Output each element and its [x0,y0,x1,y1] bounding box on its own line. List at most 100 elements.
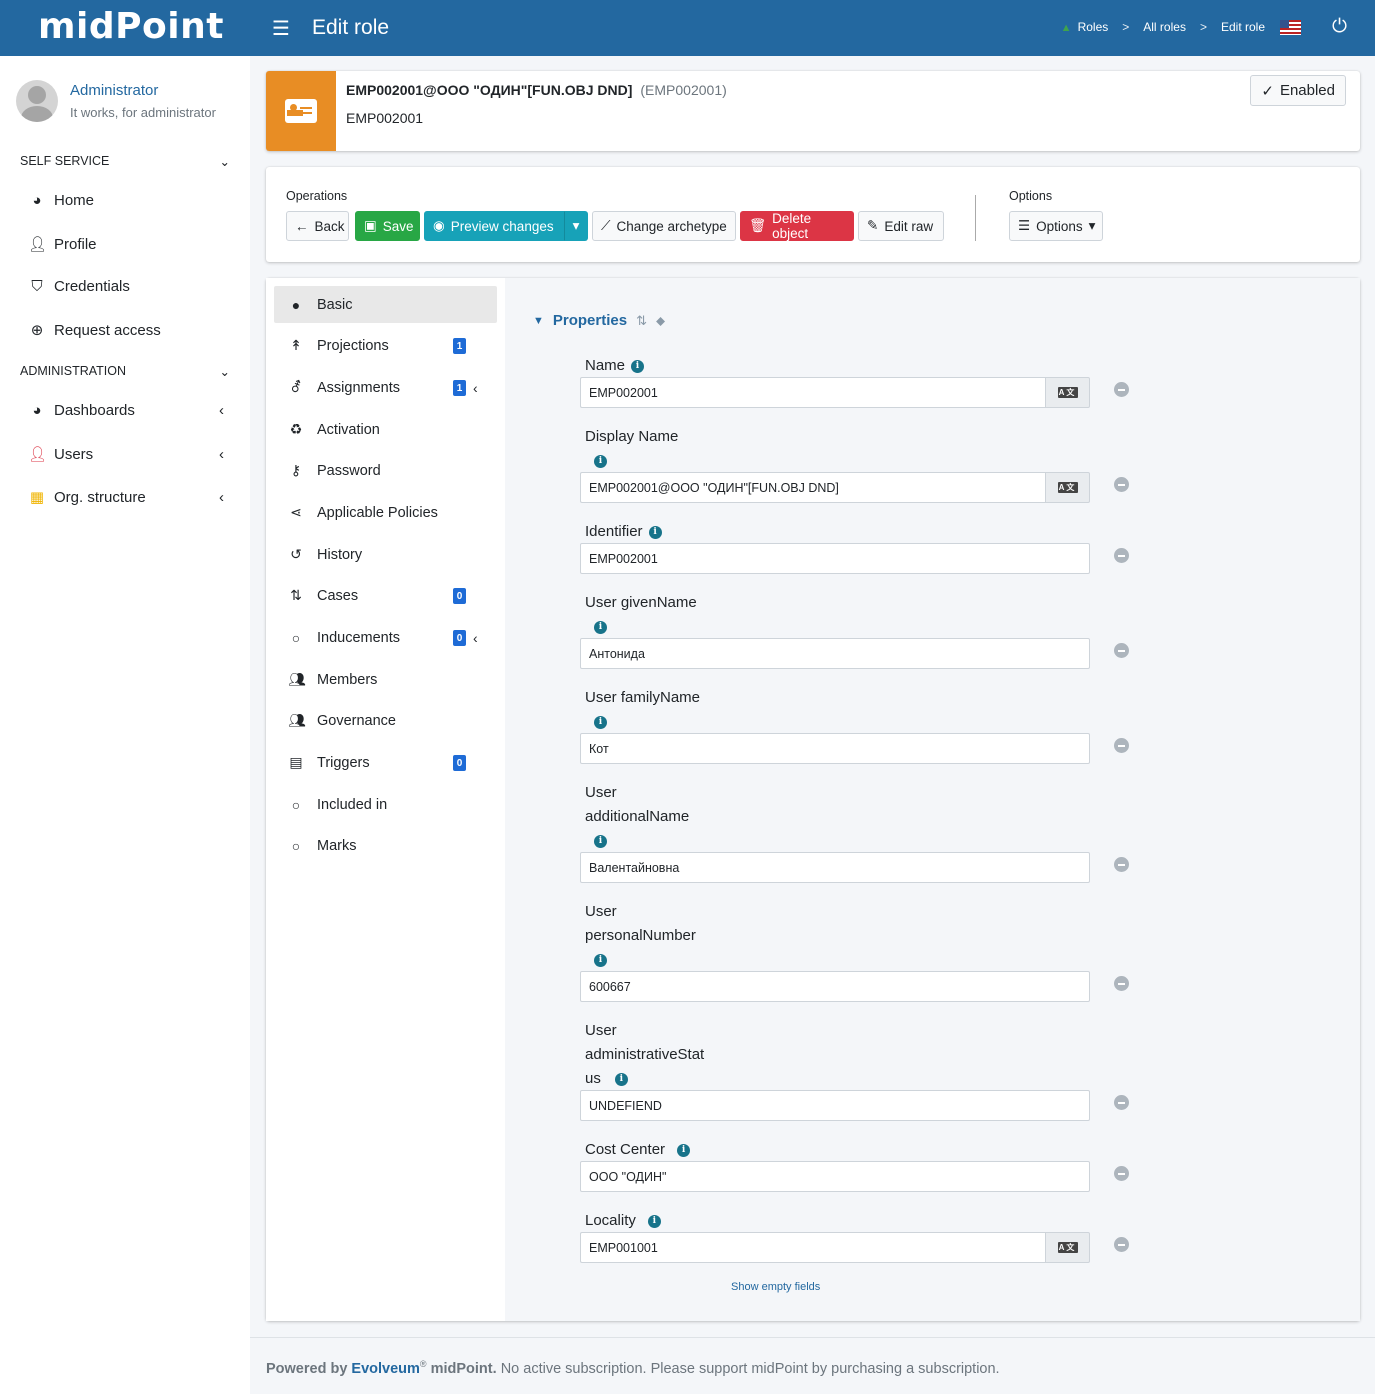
remove-value-button[interactable] [1114,1095,1129,1110]
language-icon: A文 [1057,387,1078,398]
info-icon[interactable]: i [594,835,607,848]
info-icon[interactable]: i [594,621,607,634]
additional-name-input[interactable]: Валентайновна [580,852,1090,883]
caret-down-icon: ▼ [533,314,544,327]
given-name-input[interactable]: Антонида [580,638,1090,669]
sidebar-item-profile[interactable]: 👤︎ Profile [28,235,228,254]
edit-raw-button[interactable]: ✎ Edit raw [858,211,944,241]
remove-value-button[interactable] [1114,857,1129,872]
remove-value-button[interactable] [1114,976,1129,991]
delete-label: Delete object [772,211,812,241]
nav-label: Triggers [317,754,370,771]
nav-included-in[interactable]: ○ Included in [274,786,497,823]
remove-value-button[interactable] [1114,1166,1129,1181]
sidebar-item-home[interactable]: ◕ Home [28,192,228,209]
cost-center-input[interactable]: ООО "ОДИН" [580,1161,1090,1192]
display-name-input[interactable]: EMP002001@ООО "ОДИН"[FUN.OBJ DND] [580,472,1045,503]
midpoint-logo[interactable]: midPoint [38,6,224,47]
remove-value-button[interactable] [1114,1237,1129,1252]
object-summary-panel: EMP002001@ООО "ОДИН"[FUN.OBJ DND] (EMP002… [266,71,1360,151]
nav-members[interactable]: 👥︎ Members [274,661,497,698]
breadcrumb-roles-label: Roles [1077,20,1109,34]
projection-icon: ↟ [290,337,302,353]
nav-label: Marks [317,837,357,854]
remove-value-button[interactable] [1114,548,1129,563]
remove-value-button[interactable] [1114,382,1129,397]
us-flag-icon[interactable] [1280,20,1301,35]
enabled-status-button[interactable]: ✓ Enabled [1250,75,1346,106]
sidebar-section-self-service[interactable]: SELF SERVICE ⌄ [20,154,230,169]
nav-activation[interactable]: ♻ Activation [274,411,497,448]
nav-inducements[interactable]: ○ Inducements 0 ‹ [274,619,497,656]
save-button[interactable]: ▣ Save [355,211,420,241]
options-button-label: Options [1036,218,1083,234]
nav-password[interactable]: ⚷ Password [274,452,497,489]
nav-applicable-policies[interactable]: ⋖ Applicable Policies [274,494,497,531]
cost-center-label: Cost Center i [585,1138,715,1162]
preview-dropdown-toggle[interactable]: ▾ [564,211,588,241]
info-icon[interactable]: i [677,1143,691,1157]
translate-button[interactable]: A文 [1045,377,1090,408]
menu-toggle-icon[interactable]: ☰ [272,16,290,41]
nav-cases[interactable]: ⇅ Cases 0 [274,577,497,614]
sort-icon[interactable]: ⇅ [636,313,647,329]
personal-number-input[interactable]: 600667 [580,971,1090,1002]
sidebar-item-request-access[interactable]: ⊕ Request access [28,321,228,340]
save-label: Save [382,218,414,234]
preview-changes-button[interactable]: ◉ Preview changes [424,211,564,241]
name-input[interactable]: EMP002001 [580,377,1045,408]
properties-header[interactable]: ▼ Properties ⇅ ⬥ [533,312,665,329]
info-icon[interactable]: i [631,359,645,373]
breadcrumb-roles[interactable]: ▲ Roles [1061,20,1109,34]
nav-projections[interactable]: ↟ Projections 1 [274,327,497,364]
identifier-input[interactable]: EMP002001 [580,543,1090,574]
options-dropdown-button[interactable]: ☰ Options ▾ [1009,211,1103,241]
chevron-left-icon[interactable]: ‹ [473,630,478,646]
nav-marks[interactable]: ○ Marks [274,827,497,864]
nav-governance[interactable]: 👥︎ Governance [274,702,497,739]
power-icon[interactable]: ⏻ [1332,16,1347,38]
show-empty-fields-link[interactable]: Show empty fields [731,1281,820,1293]
registered-mark: ® [419,1359,427,1369]
sidebar-item-credentials[interactable]: ⛉ Credentials [28,278,228,295]
tag-icon[interactable]: ⬥ [656,313,665,329]
evolveum-link[interactable]: Evolveum [351,1361,420,1377]
family-name-input[interactable]: Кот [580,733,1090,764]
info-icon[interactable]: i [594,954,607,967]
locality-input[interactable]: EMP001001 [580,1232,1045,1263]
sidebar-item-dashboards[interactable]: ◕ Dashboards ‹ [28,402,228,419]
properties-title: Properties [552,312,628,329]
nav-triggers[interactable]: ▤ Triggers 0 [274,744,497,781]
sidebar-item-label: Org. structure [54,488,146,506]
change-archetype-button[interactable]: ⟋ Change archetype [592,211,736,241]
info-icon[interactable]: i [614,1072,628,1086]
translate-button[interactable]: A文 [1045,1232,1090,1263]
chevron-left-icon[interactable]: ‹ [473,380,478,396]
sidebar-item-label: Dashboards [54,402,135,419]
administrative-status-input[interactable]: UNDEFIEND [580,1090,1090,1121]
back-button[interactable]: ← Back [286,211,349,241]
nav-history[interactable]: ↺ History [274,536,497,573]
nav-assignments[interactable]: ⚦ Assignments 1 ‹ [274,369,497,406]
remove-value-button[interactable] [1114,738,1129,753]
breadcrumb-edit-role[interactable]: Edit role [1221,20,1265,34]
info-icon[interactable]: i [594,716,607,729]
translate-button[interactable]: A文 [1045,472,1090,503]
nav-basic[interactable]: ● Basic [274,286,497,323]
sidebar-section-administration[interactable]: ADMINISTRATION ⌄ [20,364,230,379]
count-badge: 1 [453,380,466,396]
footer-product: midPoint. [430,1360,497,1377]
sidebar-item-org-structure[interactable]: ▦ Org. structure ‹ [28,488,228,507]
sidebar-item-users[interactable]: 👤︎ Users ‹ [28,445,228,464]
remove-value-button[interactable] [1114,643,1129,658]
assignment-icon: ⚦ [290,379,302,395]
remove-value-button[interactable] [1114,477,1129,492]
info-icon[interactable]: i [647,1214,661,1228]
edit-icon: ✎ [867,218,879,233]
delete-object-button[interactable]: 🗑︎ Delete object [740,211,854,241]
info-icon[interactable]: i [594,455,607,468]
info-icon[interactable]: i [648,525,662,539]
operations-panel: Operations ← Back ▣ Save ◉ Preview changes … [266,167,1360,262]
breadcrumb-all-roles[interactable]: All roles [1143,20,1186,34]
user-name[interactable]: Administrator [70,82,158,99]
